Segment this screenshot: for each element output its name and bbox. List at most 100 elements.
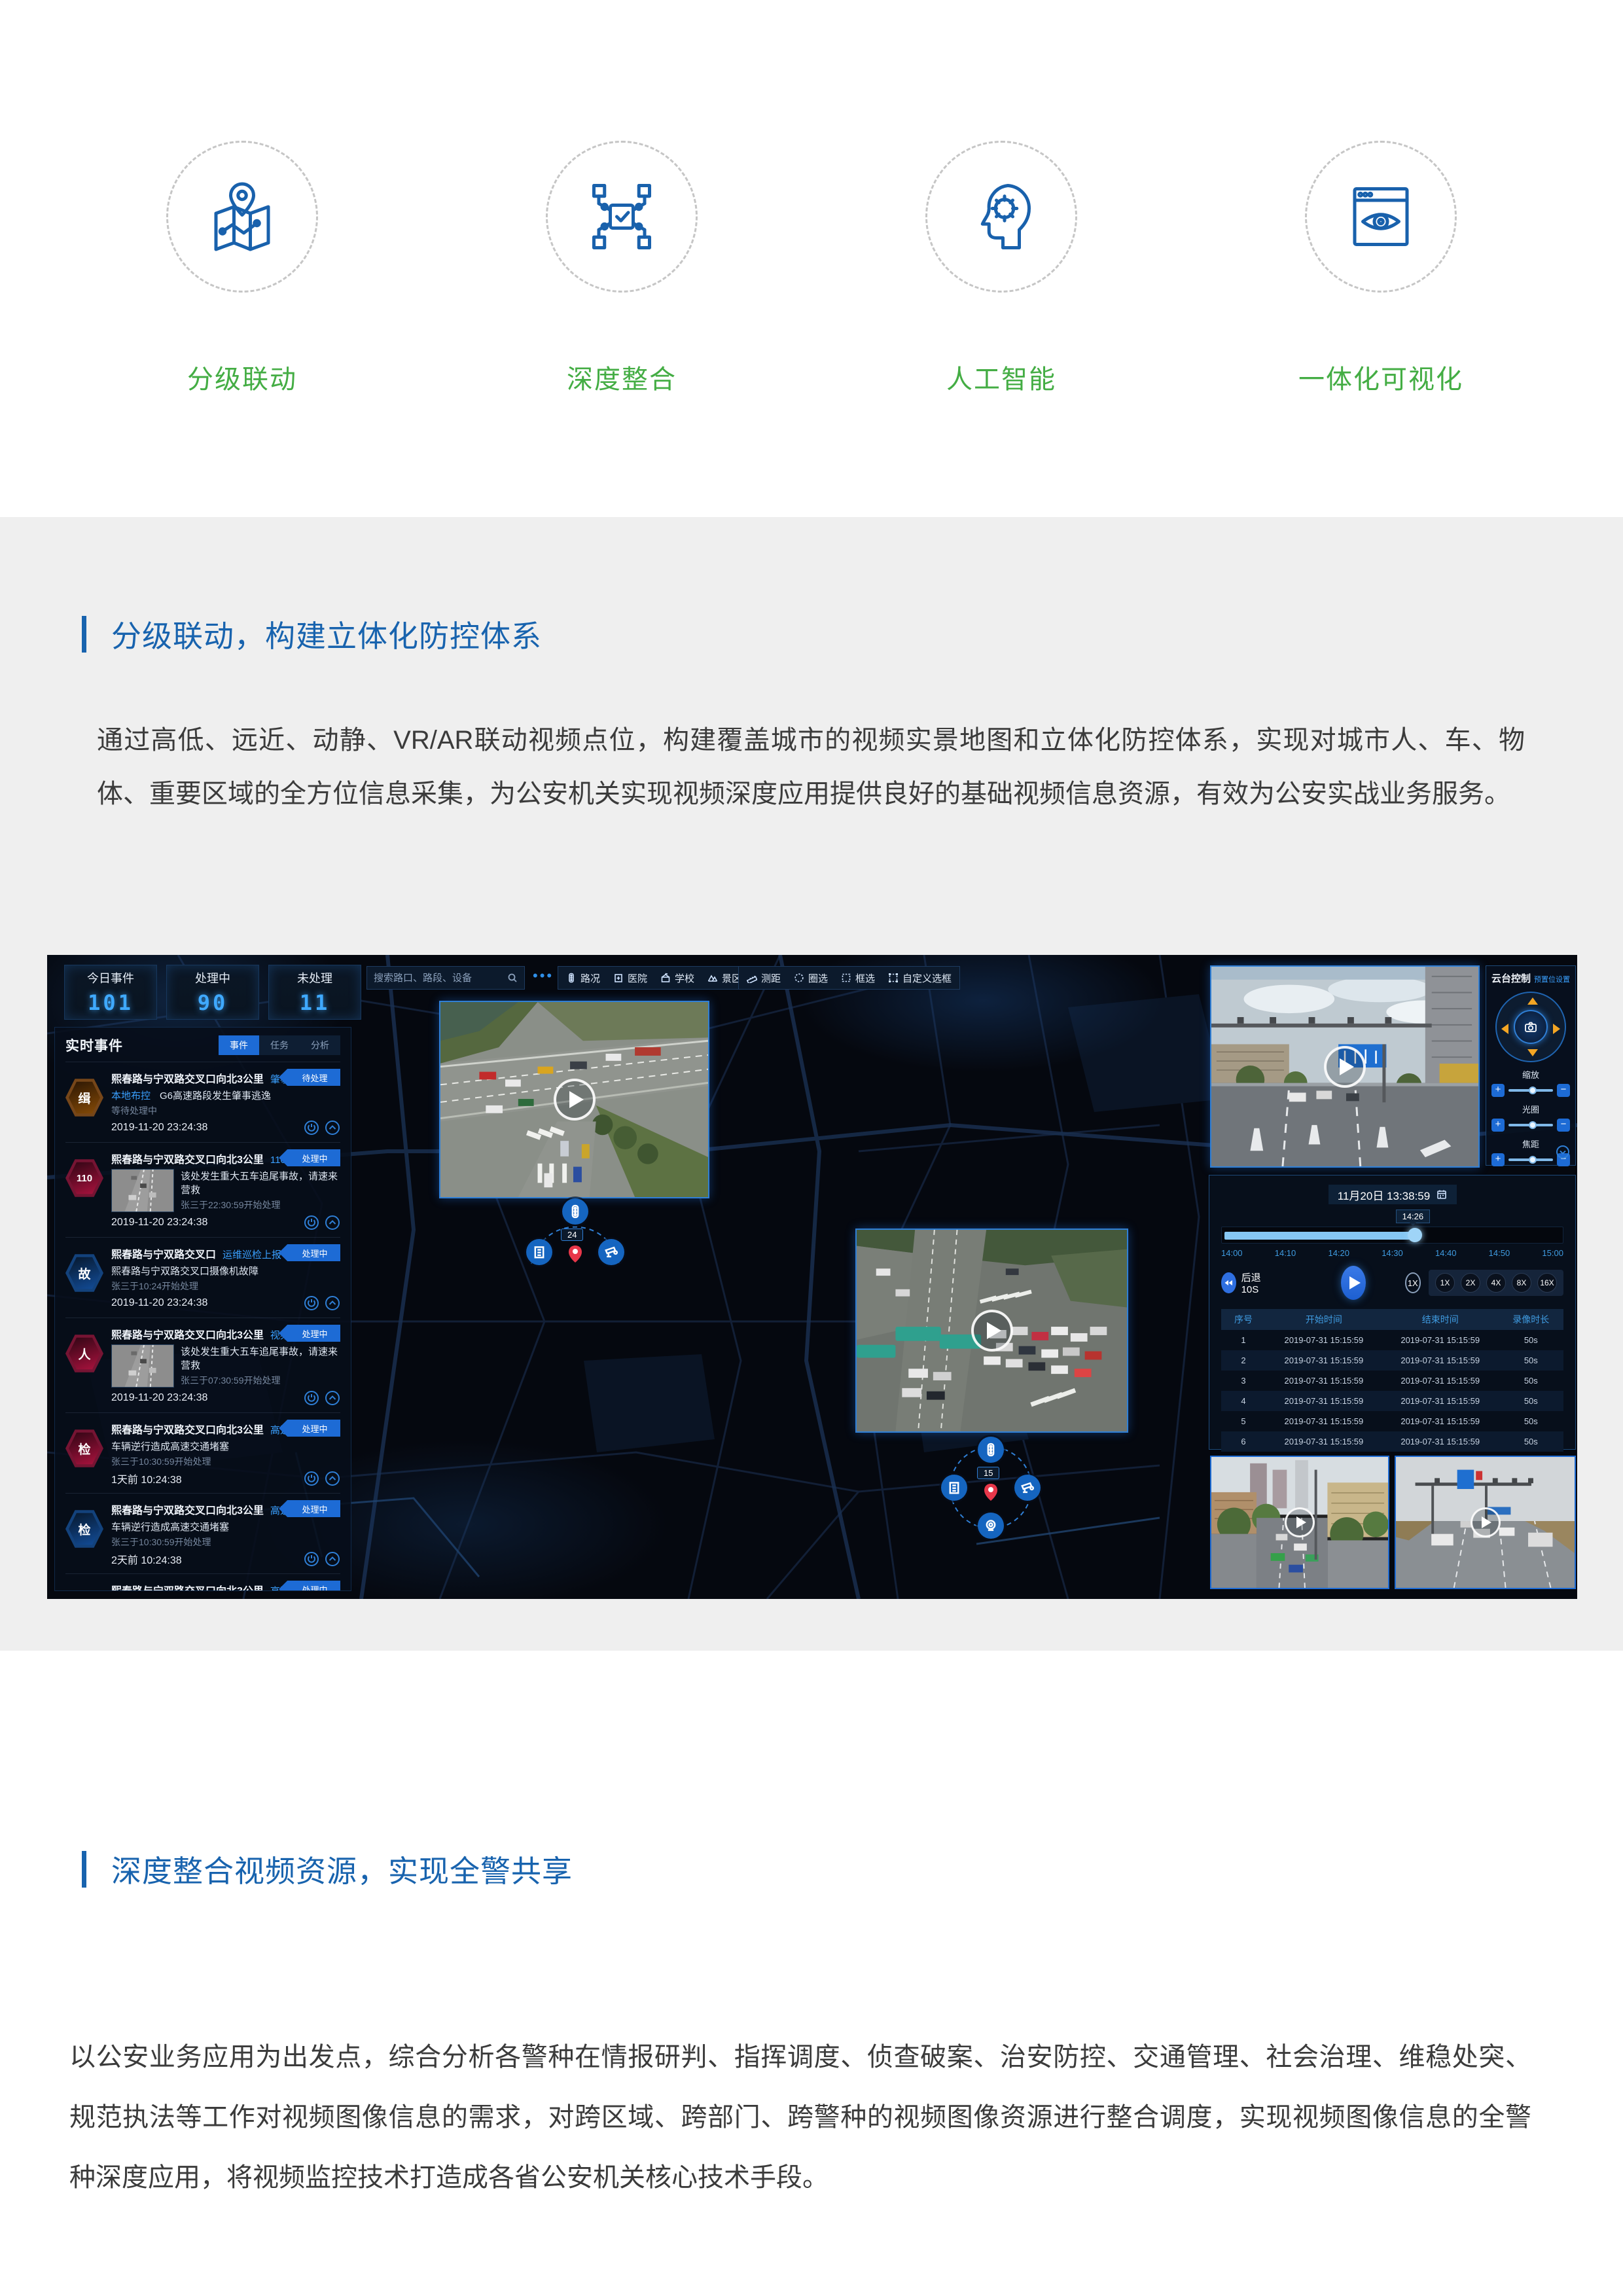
map-video-popup-jam[interactable] — [855, 1229, 1128, 1433]
stat-card-today-events: 今日事件 101 — [64, 965, 157, 1020]
location-pin-icon[interactable] — [567, 1244, 583, 1264]
table-row[interactable]: 42019-07-31 15:15:592019-07-31 15:15:595… — [1221, 1391, 1563, 1411]
iris-slider[interactable] — [1508, 1124, 1553, 1126]
cctv-camera-marker[interactable] — [598, 1239, 624, 1265]
tab-analysis[interactable]: 分析 — [300, 1035, 340, 1055]
dispatch-icon[interactable] — [304, 1471, 319, 1486]
webcam-marker[interactable] — [978, 1513, 1004, 1539]
circle-select-button[interactable]: 圈选 — [794, 971, 828, 985]
map-search-box[interactable] — [366, 966, 525, 990]
dispatch-icon[interactable] — [304, 1120, 319, 1136]
poi-traffic-button[interactable]: 路况 — [566, 971, 600, 985]
dispatch-icon[interactable] — [304, 1390, 319, 1406]
tab-tasks[interactable]: 任务 — [259, 1035, 300, 1055]
pan-up-button[interactable] — [1527, 997, 1538, 1005]
camera-thumbnail-video[interactable] — [1395, 1456, 1576, 1589]
playback-datetime-picker[interactable]: 11月20日 13:38:59 — [1329, 1185, 1457, 1204]
focus-plus-button[interactable]: + — [1491, 1153, 1505, 1166]
slider-thumb[interactable] — [1529, 1086, 1537, 1094]
event-item[interactable]: 缉 熙春路与宁双路交叉口向北3公里肇事逃逸 本地布控G6高速路段发生肇事逃逸 等… — [65, 1062, 340, 1142]
event-item[interactable]: 检 熙春路与宁双路交叉口向北3公里高速公路管控 车辆逆行造成高速交通堵塞 张三于… — [65, 1573, 340, 1591]
event-title: 熙春路与宁双路交叉口向北3公里 — [111, 1330, 264, 1341]
collapse-up-icon[interactable] — [325, 1295, 340, 1311]
slider-thumb[interactable] — [1529, 1121, 1537, 1129]
rewind-10s-button[interactable]: 后退10S — [1221, 1270, 1268, 1295]
play-button[interactable] — [971, 1310, 1013, 1352]
zoom-slider[interactable] — [1508, 1089, 1553, 1092]
focus-slider[interactable] — [1508, 1158, 1553, 1161]
event-media-text: 该处发生重大五车追尾事故，请速来营救 张三于22:30:59开始处理 — [181, 1169, 340, 1212]
map-video-popup-aerial[interactable] — [439, 1001, 709, 1198]
dispatch-icon[interactable] — [304, 1295, 319, 1311]
custom-select-button[interactable]: 自定义选框 — [888, 971, 952, 985]
tool-label: 测距 — [761, 971, 781, 985]
speed-4x-button[interactable]: 4X — [1486, 1273, 1506, 1293]
event-item[interactable]: 检 熙春路与宁双路交叉口向北3公里高速公路管控 车辆逆行造成高速交通堵塞 张三于… — [65, 1412, 340, 1493]
table-row[interactable]: 32019-07-31 15:15:592019-07-31 15:15:595… — [1221, 1371, 1563, 1391]
event-item[interactable]: 110 熙春路与宁双路交叉口向北3公里110报警 该处发生重大五车追尾事故，请速… — [65, 1142, 340, 1237]
play-button[interactable] — [1285, 1507, 1315, 1537]
slider-thumb[interactable] — [1529, 1156, 1537, 1164]
speed-16x-button[interactable]: 16X — [1537, 1273, 1557, 1293]
pan-down-button[interactable] — [1527, 1049, 1538, 1056]
measure-distance-button[interactable]: 测距 — [747, 971, 781, 985]
event-item[interactable]: 人 熙春路与宁双路交叉口向北3公里视频巡检 该处发生重大五车追尾事故，请速来营救… — [65, 1318, 340, 1412]
table-row[interactable]: 62019-07-31 15:15:592019-07-31 15:15:595… — [1221, 1431, 1563, 1452]
tab-events[interactable]: 事件 — [219, 1035, 259, 1055]
table-row[interactable]: 12019-07-31 15:15:592019-07-31 15:15:595… — [1221, 1330, 1563, 1350]
event-video-thumbnail[interactable] — [111, 1344, 174, 1388]
street-camera-video[interactable] — [1210, 965, 1480, 1168]
dispatch-icon[interactable] — [304, 1215, 319, 1230]
location-pin-icon[interactable] — [983, 1482, 999, 1502]
collapse-panel-button[interactable] — [1556, 1145, 1570, 1162]
zoom-plus-button[interactable]: + — [1491, 1084, 1505, 1097]
speed-1x-button[interactable]: 1X — [1435, 1273, 1455, 1293]
traffic-signal-marker[interactable] — [978, 1437, 1004, 1463]
table-row[interactable]: 52019-07-31 15:15:592019-07-31 15:15:595… — [1221, 1411, 1563, 1431]
collapse-up-icon[interactable] — [325, 1215, 340, 1230]
poi-school-button[interactable]: 学校 — [660, 971, 694, 985]
dispatch-icon[interactable] — [304, 1551, 319, 1567]
search-input[interactable] — [374, 973, 507, 984]
traffic-signal-marker[interactable] — [562, 1198, 588, 1225]
poi-scenic-button[interactable]: 景区 — [707, 971, 741, 985]
camera-icon — [1524, 1020, 1537, 1033]
more-options-button[interactable]: ••• — [533, 966, 554, 990]
table-row[interactable]: 22019-07-31 15:15:592019-07-31 15:15:595… — [1221, 1350, 1563, 1371]
event-time: 2天前 10:24:38 — [111, 1551, 182, 1567]
iris-plus-button[interactable]: + — [1491, 1119, 1505, 1132]
preset-settings-link[interactable]: 预置位设置 — [1534, 974, 1570, 984]
play-button[interactable] — [1471, 1507, 1501, 1537]
play-pause-button[interactable] — [1341, 1266, 1366, 1300]
poi-hospital-button[interactable]: 医院 — [613, 971, 647, 985]
speed-8x-button[interactable]: 8X — [1512, 1273, 1531, 1293]
event-item[interactable]: 检 熙春路与宁双路交叉口向北3公里高速公路管控 车辆逆行造成高速交通堵塞 张三于… — [65, 1493, 340, 1573]
camera-thumbnail-video[interactable] — [1210, 1456, 1389, 1589]
collapse-up-icon[interactable] — [325, 1120, 340, 1136]
event-tag: 运维巡检上报 — [223, 1249, 281, 1261]
building-marker[interactable] — [526, 1239, 552, 1265]
pan-left-button[interactable] — [1501, 1024, 1508, 1034]
search-icon[interactable] — [507, 973, 518, 983]
event-video-thumbnail[interactable] — [111, 1169, 174, 1212]
collapse-up-icon[interactable] — [325, 1471, 340, 1486]
iris-minus-button[interactable]: − — [1557, 1119, 1570, 1132]
timeline-thumb[interactable] — [1408, 1228, 1422, 1242]
play-button[interactable] — [1324, 1046, 1366, 1088]
speed-2x-button[interactable]: 2X — [1461, 1273, 1480, 1293]
box-select-button[interactable]: 框选 — [841, 971, 875, 985]
pan-right-button[interactable] — [1553, 1024, 1560, 1034]
collapse-up-icon[interactable] — [325, 1390, 340, 1406]
event-footer: 2019-11-20 23:24:38 — [111, 1295, 340, 1311]
event-link[interactable]: 本地布控 — [111, 1090, 151, 1102]
building-marker[interactable] — [941, 1475, 967, 1501]
current-speed-button[interactable]: 1X — [1405, 1272, 1421, 1293]
timeline-slider[interactable] — [1221, 1227, 1563, 1244]
snapshot-button[interactable] — [1514, 1010, 1548, 1044]
zoom-minus-button[interactable]: − — [1557, 1084, 1570, 1097]
cctv-camera-marker[interactable] — [1014, 1475, 1041, 1501]
collapse-up-icon[interactable] — [325, 1551, 340, 1567]
event-item[interactable]: 故 熙春路与宁双路交叉口运维巡检上报 熙春路与宁双路交叉口摄像机故障 张三于10… — [65, 1237, 340, 1318]
play-button[interactable] — [554, 1079, 596, 1121]
heading-accent-bar — [82, 616, 86, 653]
